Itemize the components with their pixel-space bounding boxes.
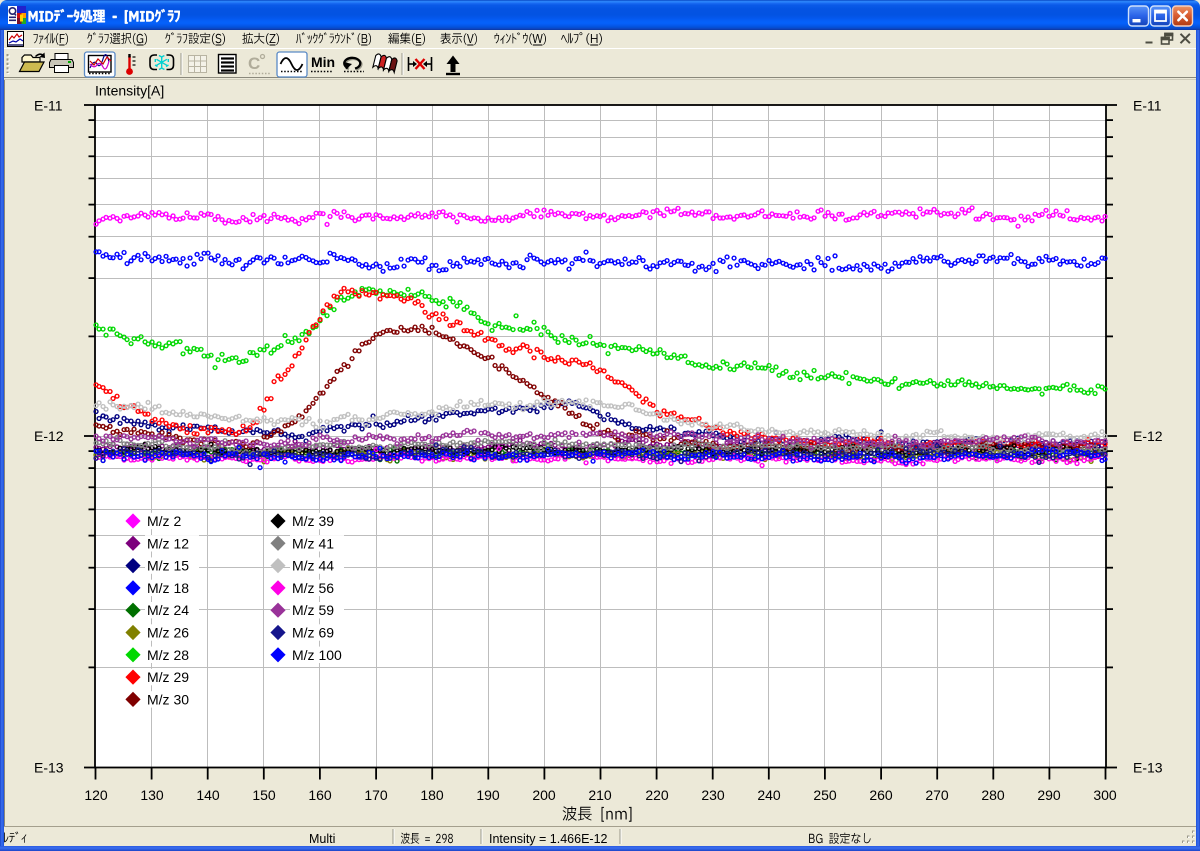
svg-text:M/z 44: M/z 44	[292, 558, 334, 574]
svg-text:M/z 15: M/z 15	[147, 558, 189, 574]
svg-text:120: 120	[84, 787, 108, 803]
svg-text:E-12: E-12	[1133, 428, 1163, 444]
svg-text:260: 260	[869, 787, 893, 803]
svg-text:220: 220	[645, 787, 669, 803]
svg-text:210: 210	[588, 787, 612, 803]
svg-text:E-12: E-12	[34, 428, 64, 444]
svg-text:M/z 59: M/z 59	[292, 602, 334, 618]
svg-text:160: 160	[308, 787, 332, 803]
svg-text:300: 300	[1093, 787, 1117, 803]
svg-text:M/z 26: M/z 26	[147, 625, 189, 641]
svg-text:E-13: E-13	[1133, 760, 1163, 776]
svg-text:M/z 24: M/z 24	[147, 602, 189, 618]
svg-text:M/z 29: M/z 29	[147, 669, 189, 685]
svg-text:150: 150	[252, 787, 276, 803]
svg-text:M/z 30: M/z 30	[147, 691, 189, 707]
svg-text:190: 190	[476, 787, 500, 803]
svg-text:Multi: Multi	[309, 832, 335, 846]
svg-text:M/z 12: M/z 12	[147, 535, 189, 551]
svg-text:180: 180	[420, 787, 444, 803]
svg-text:E-11: E-11	[1133, 98, 1162, 114]
svg-text:Intensity = 1.466E-12: Intensity = 1.466E-12	[489, 832, 608, 846]
svg-text:C: C	[248, 54, 260, 73]
svg-text:290: 290	[1037, 787, 1061, 803]
svg-text:270: 270	[925, 787, 949, 803]
svg-text:M/z 18: M/z 18	[147, 580, 189, 596]
svg-text:M/z 56: M/z 56	[292, 580, 334, 596]
svg-text:E-11: E-11	[34, 98, 63, 114]
svg-text:170: 170	[364, 787, 388, 803]
svg-text:140: 140	[196, 787, 220, 803]
svg-text:250: 250	[813, 787, 837, 803]
svg-text:E-13: E-13	[34, 760, 64, 776]
svg-text:M/z 39: M/z 39	[292, 513, 334, 529]
svg-text:M/z 41: M/z 41	[292, 535, 334, 551]
svg-text:Intensity[A]: Intensity[A]	[95, 83, 164, 99]
svg-text:230: 230	[701, 787, 725, 803]
svg-text:200: 200	[532, 787, 556, 803]
svg-text:130: 130	[140, 787, 164, 803]
svg-text:280: 280	[981, 787, 1005, 803]
svg-text:M/z 100: M/z 100	[292, 647, 342, 663]
svg-text:M/z 69: M/z 69	[292, 625, 334, 641]
svg-text:M/z 28: M/z 28	[147, 647, 189, 663]
svg-text:Min: Min	[311, 54, 335, 70]
svg-text:240: 240	[757, 787, 781, 803]
svg-text:M/z 2: M/z 2	[147, 513, 181, 529]
